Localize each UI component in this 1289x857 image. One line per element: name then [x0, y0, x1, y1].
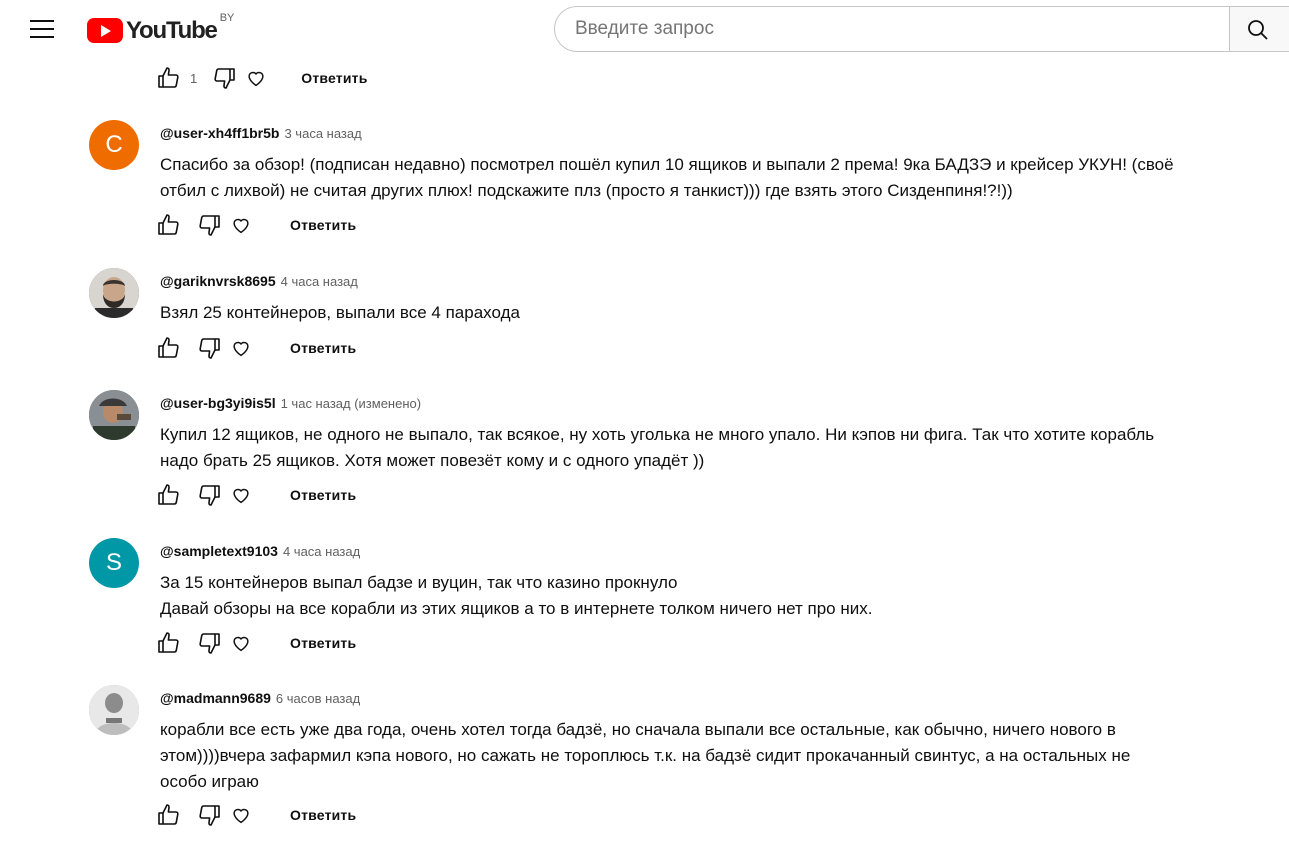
comment-line: Спасибо за обзор! (подписан недавно) пос… [160, 155, 1174, 174]
heart-button[interactable] [228, 801, 254, 829]
comment-line: этом))))вчера зафармил кэпа нового, но с… [160, 746, 1131, 765]
comment-actions: Ответить [156, 481, 356, 509]
reply-button[interactable]: Ответить [290, 487, 356, 503]
thumbs-up-icon [158, 214, 179, 235]
comment-time[interactable]: 4 часа назад [283, 544, 360, 559]
like-button[interactable] [156, 211, 182, 239]
thumbs-down-icon [199, 215, 220, 236]
reply-button[interactable]: Ответить [290, 340, 356, 356]
avatar-photo [89, 685, 139, 735]
avatar-photo [89, 268, 139, 318]
reply-button[interactable]: Ответить [290, 635, 356, 651]
search-input[interactable] [554, 6, 1230, 52]
comment-time[interactable]: 6 часов назад [276, 691, 360, 706]
comment-time[interactable]: 3 часа назад [284, 126, 361, 141]
like-button[interactable] [156, 629, 182, 657]
avatar[interactable] [89, 268, 139, 318]
thumbs-up-icon [158, 484, 179, 505]
heart-icon [233, 488, 249, 504]
heart-icon [233, 636, 249, 652]
youtube-logo[interactable]: YouTube BY [87, 12, 234, 46]
thumbs-up-icon [158, 804, 179, 825]
like-button[interactable] [156, 801, 182, 829]
heart-button[interactable] [228, 334, 254, 362]
heart-icon [248, 71, 264, 87]
heart-button[interactable] [228, 211, 254, 239]
heart-icon [233, 341, 249, 357]
thumbs-down-icon [199, 485, 220, 506]
comment-text: Взял 25 контейнеров, выпали все 4 парахо… [160, 300, 1230, 326]
reply-button[interactable]: Ответить [301, 70, 367, 86]
comment-author[interactable]: @sampletext9103 [160, 543, 278, 559]
comment-actions: Ответить [156, 801, 356, 829]
logo-text: YouTube [126, 17, 218, 44]
comment-line: отбил с лихвой) не считая других плюх! п… [160, 181, 1013, 200]
comment-time[interactable]: 1 час назад (изменено) [281, 396, 421, 411]
search-button[interactable] [1229, 6, 1289, 52]
thumbs-down-icon [199, 633, 220, 654]
like-button[interactable] [156, 481, 182, 509]
dislike-button[interactable] [196, 334, 222, 362]
thumbs-up-icon [158, 337, 179, 358]
comment-text: За 15 контейнеров выпал бадзе и вуцин, т… [160, 570, 1230, 622]
heart-button[interactable] [243, 64, 269, 92]
comment-actions: Ответить [156, 629, 356, 657]
search-icon [1248, 20, 1268, 40]
comment-author[interactable]: @gariknvrsk8695 [160, 273, 276, 289]
thumbs-down-icon [199, 805, 220, 826]
comment-line: корабли все есть уже два года, очень хот… [160, 720, 1116, 739]
heart-icon [233, 808, 249, 824]
comment-text: корабли все есть уже два года, очень хот… [160, 717, 1230, 795]
comment-text: Купил 12 ящиков, не одного не выпало, та… [160, 422, 1230, 474]
avatar[interactable]: S [89, 538, 139, 588]
avatar[interactable] [89, 685, 139, 735]
thumbs-down-icon [199, 338, 220, 359]
menu-icon[interactable] [30, 20, 54, 40]
reply-button[interactable]: Ответить [290, 807, 356, 823]
dislike-button[interactable] [196, 211, 222, 239]
region-code: BY [219, 12, 235, 24]
dislike-button[interactable] [196, 801, 222, 829]
dislike-button[interactable] [196, 629, 222, 657]
heart-button[interactable] [228, 629, 254, 657]
reply-button[interactable]: Ответить [290, 217, 356, 233]
comment-line: Взял 25 контейнеров, выпали все 4 парахо… [160, 303, 520, 322]
thumbs-down-icon [214, 68, 236, 89]
dislike-button[interactable] [211, 64, 237, 92]
avatar[interactable] [89, 390, 139, 440]
comment-text: Спасибо за обзор! (подписан недавно) пос… [160, 152, 1230, 204]
comment-author[interactable]: @user-bg3yi9is5l [160, 395, 276, 411]
comment-line: особо играю [160, 772, 259, 791]
comment-actions: 1 Ответить [156, 64, 368, 92]
comment-author[interactable]: @madmann9689 [160, 690, 271, 706]
comment-line: надо брать 25 ящиков. Хотя может повезёт… [160, 451, 705, 470]
comment-line: За 15 контейнеров выпал бадзе и вуцин, т… [160, 573, 678, 592]
avatar[interactable]: C [89, 120, 139, 170]
comment-author[interactable]: @user-xh4ff1br5b [160, 125, 279, 141]
comment-line: Давай обзоры на все корабли из этих ящик… [160, 599, 873, 618]
thumbs-up-icon [158, 67, 179, 88]
comment-line: Купил 12 ящиков, не одного не выпало, та… [160, 425, 1155, 444]
like-button[interactable] [156, 334, 182, 362]
avatar-photo [89, 390, 139, 440]
heart-button[interactable] [228, 481, 254, 509]
heart-icon [233, 218, 249, 234]
comment-time[interactable]: 4 часа назад [281, 274, 358, 289]
comment-actions: Ответить [156, 211, 356, 239]
dislike-button[interactable] [196, 481, 222, 509]
like-button[interactable] [156, 64, 182, 92]
comment-actions: Ответить [156, 334, 356, 362]
like-count: 1 [190, 70, 198, 86]
thumbs-up-icon [158, 632, 179, 653]
youtube-play-icon [87, 18, 123, 43]
